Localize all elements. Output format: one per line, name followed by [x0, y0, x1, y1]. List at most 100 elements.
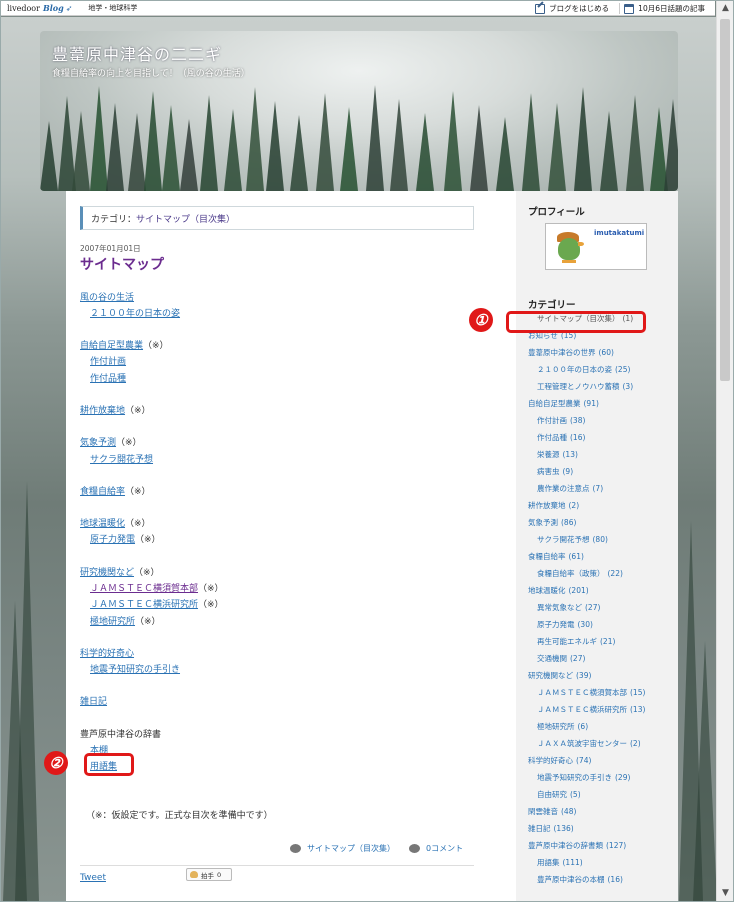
clap-hand-icon: [190, 871, 198, 878]
post-title[interactable]: サイトマップ: [80, 254, 164, 274]
sidebar-category-item[interactable]: 自由研究 (5): [537, 789, 581, 800]
annotation-marker-2: ②: [44, 751, 68, 775]
tree-shape: [72, 111, 90, 191]
calendar-icon: [624, 3, 635, 14]
sitemap-item[interactable]: サクラ開花予想: [90, 452, 153, 465]
sitemap-item[interactable]: 作付計画: [90, 354, 126, 367]
sitemap-item[interactable]: 地球温暖化（※）: [80, 516, 151, 529]
sidebar-category-item[interactable]: 食糧自給率（政策） (22): [537, 568, 623, 579]
blog-logo[interactable]: Blog: [43, 3, 64, 13]
sitemap-item[interactable]: 地震予知研究の手引き: [90, 662, 180, 675]
tree-shape: [224, 109, 242, 191]
tree-shape: [444, 91, 462, 191]
tree-shape: [40, 121, 58, 191]
sitemap-item[interactable]: 気象予測（※）: [80, 435, 142, 448]
sidebar-category-item[interactable]: 研究機関など (39): [528, 670, 591, 681]
header-forest-image: [40, 81, 678, 191]
sidebar-category-item[interactable]: 作付計画 (38): [537, 415, 585, 426]
sidebar-category-item[interactable]: 工程管理とノウハウ蓄積 (3): [537, 381, 633, 392]
vertical-scrollbar[interactable]: ▲ ▼: [716, 1, 733, 901]
tree-shape: [600, 111, 618, 191]
sidebar-category-item[interactable]: ＪＡＭＳＴＥＣ横浜研究所 (13): [537, 704, 645, 715]
topic-articles-link[interactable]: 10月6日話題の記事: [619, 3, 709, 14]
tree-shape: [144, 91, 162, 191]
blog-description: 食糧自給率の向上を目指して！（風の谷の生活）: [52, 69, 250, 79]
scroll-up-arrow-icon[interactable]: ▲: [717, 1, 734, 16]
sidebar-category-item[interactable]: 極地研究所 (6): [537, 721, 588, 732]
tree-shape: [200, 95, 218, 191]
tree-shape: [316, 93, 334, 191]
scroll-down-arrow-icon[interactable]: ▼: [717, 886, 734, 901]
livedoor-topbar: livedoor Blog ➶ 地学・地球科学 ブログをはじめる 10月6日話題…: [1, 1, 715, 16]
tree-shape: [290, 115, 308, 191]
category-link[interactable]: サイトマップ（目次集）: [136, 212, 235, 225]
tree-shape: [496, 117, 514, 191]
sidebar-category-item[interactable]: 異常気象など (27): [537, 602, 600, 613]
sidebar-category-item[interactable]: 雑日記 (136): [528, 823, 574, 834]
sidebar-category-item[interactable]: 気象予測 (86): [528, 517, 576, 528]
sitemap-item[interactable]: 科学的好奇心: [80, 646, 134, 659]
sitemap-item[interactable]: 自給自足型農業（※）: [80, 338, 169, 351]
sitemap-item[interactable]: 研究機関など（※）: [80, 565, 160, 578]
sitemap-item[interactable]: 原子力発電（※）: [90, 532, 161, 545]
annotation-box-1: [506, 311, 646, 333]
sidebar-category-item[interactable]: 再生可能エネルギ (21): [537, 636, 615, 647]
sidebar-category-item[interactable]: 閑雲雑音 (48): [528, 806, 576, 817]
sidebar-category-item[interactable]: 作付品種 (16): [537, 432, 585, 443]
category-heading: カテゴリー: [528, 300, 576, 311]
sitemap-item[interactable]: ＪＡＭＳＴＥＣ横須賀本部（※）: [90, 581, 224, 594]
sidebar-category-item[interactable]: 農作業の注意点 (7): [537, 483, 603, 494]
livedoor-logo[interactable]: livedoor: [7, 4, 40, 13]
profile-name: imutakatumi: [594, 229, 645, 237]
profile-heading: プロフィール: [528, 207, 585, 218]
clap-button[interactable]: 拍手 0: [186, 868, 232, 881]
footer-category-link[interactable]: サイトマップ（目次集）: [290, 843, 395, 854]
sidebar-category-item[interactable]: 耕作放棄地 (2): [528, 500, 579, 511]
pen-icon: [535, 3, 546, 14]
sitemap-item[interactable]: 作付品種: [90, 371, 126, 384]
sitemap-item[interactable]: 耕作放棄地（※）: [80, 403, 151, 416]
tree-shape: [522, 93, 540, 191]
sidebar-category-item[interactable]: 栄養源 (13): [537, 449, 578, 460]
tree-shape: [574, 87, 592, 191]
sidebar-category-item[interactable]: ２１００年の日本の姿 (25): [537, 364, 630, 375]
sidebar-category-item[interactable]: 豊芦原中津谷の辞書類 (127): [528, 840, 626, 851]
sidebar-category-item[interactable]: 豊葦原中津谷の世界 (60): [528, 347, 614, 358]
sidebar-category-item[interactable]: ＪＡＭＳＴＥＣ横須賀本部 (15): [537, 687, 645, 698]
sidebar-category-item[interactable]: 地球温暖化 (201): [528, 585, 589, 596]
sitemap-item[interactable]: 雑日記: [80, 694, 107, 707]
sidebar-category-item[interactable]: サクラ開花予想 (80): [537, 534, 608, 545]
profile-card[interactable]: imutakatumi: [545, 223, 647, 270]
comment-icon: [409, 844, 420, 853]
sitemap-item[interactable]: 極地研究所（※）: [90, 614, 161, 627]
tree-shape: [366, 85, 384, 191]
topic-articles-label: 10月6日話題の記事: [638, 4, 705, 13]
sidebar-category-item[interactable]: 自給自足型農業 (91): [528, 398, 599, 409]
footer-comment-link[interactable]: 0コメント: [409, 843, 463, 854]
clap-count: 0: [217, 870, 222, 879]
sidebar-category-item[interactable]: 食糧自給率 (61): [528, 551, 584, 562]
sidebar-category-item[interactable]: 原子力発電 (30): [537, 619, 593, 630]
scroll-thumb[interactable]: [720, 19, 730, 381]
sitemap-item[interactable]: 風の谷の生活: [80, 290, 134, 303]
start-blog-link[interactable]: ブログをはじめる: [531, 3, 613, 14]
sidebar-category-item[interactable]: ＪＡＸＡ筑波宇宙センター (2): [537, 738, 641, 749]
blog-header: 豊葦原中津谷の二二ギ 食糧自給率の向上を目指して！（風の谷の生活）: [40, 31, 678, 191]
tree-shape: [548, 103, 566, 191]
sidebar-category-item[interactable]: 病害虫 (9): [537, 466, 573, 477]
sidebar-category-item[interactable]: 用語集 (111): [537, 857, 583, 868]
tweet-button[interactable]: Tweet: [80, 873, 106, 883]
tree-shape: [340, 107, 358, 191]
category-prefix: カテゴリ：: [91, 214, 137, 225]
sidebar-category-item[interactable]: 地震予知研究の手引き (29): [537, 772, 630, 783]
tree-shape: [106, 103, 124, 191]
sidebar-category-item[interactable]: 科学的好奇心 (74): [528, 755, 591, 766]
sitemap-item[interactable]: 食糧自給率（※）: [80, 484, 151, 497]
sidebar-category-item[interactable]: 交通機関 (27): [537, 653, 585, 664]
sitemap-item[interactable]: ＪＡＭＳＴＥＣ横浜研究所（※）: [90, 597, 224, 610]
sidebar-category-item[interactable]: 豊芦原中津谷の本棚 (16): [537, 874, 623, 885]
sitemap-item[interactable]: ２１００年の日本の姿: [90, 306, 180, 319]
sidebar: プロフィール imutakatumi カテゴリー サイトマップ（目次集） (1) お…: [516, 191, 678, 901]
blog-title[interactable]: 豊葦原中津谷の二二ギ: [52, 41, 222, 65]
topbar-category-link[interactable]: 地学・地球科学: [88, 3, 137, 13]
